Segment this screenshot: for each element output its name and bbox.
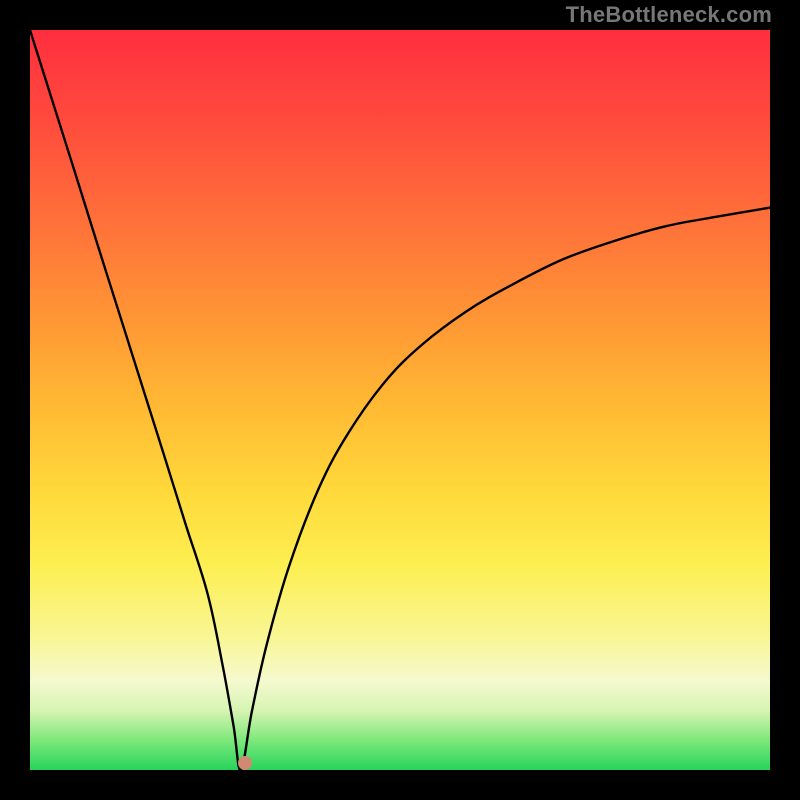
chart-frame: TheBottleneck.com	[0, 0, 800, 800]
bottleneck-curve	[30, 30, 770, 770]
curve-path	[30, 30, 770, 770]
plot-area	[30, 30, 770, 770]
vertex-marker	[238, 756, 252, 770]
watermark-text: TheBottleneck.com	[566, 2, 772, 28]
